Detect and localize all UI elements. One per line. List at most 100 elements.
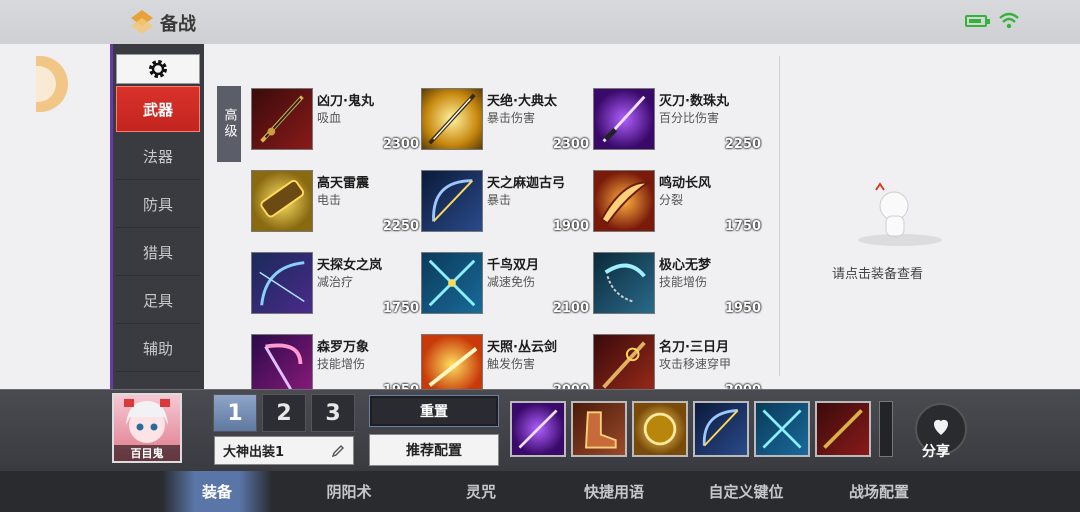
item-effect: 减治疗 bbox=[317, 275, 354, 289]
tab-spells[interactable]: 灵咒 bbox=[426, 471, 536, 512]
tab-battle-config[interactable]: 战场配置 bbox=[824, 471, 934, 512]
twin-blades-icon bbox=[762, 409, 802, 449]
fire-blade-icon bbox=[593, 170, 655, 232]
category-support[interactable]: 辅助 bbox=[116, 326, 200, 372]
loadout-slot-3[interactable]: 3 bbox=[311, 394, 355, 432]
detail-divider bbox=[779, 56, 780, 376]
equipped-slot-1[interactable] bbox=[510, 401, 566, 457]
mascot-icon bbox=[858, 182, 942, 246]
advanced-tab[interactable]: 高级 bbox=[217, 86, 241, 162]
equipped-slot-3[interactable] bbox=[632, 401, 688, 457]
purple-katana-icon bbox=[593, 88, 655, 150]
gold-katana-icon bbox=[421, 88, 483, 150]
wind-bow-icon bbox=[251, 252, 313, 314]
item-effect: 吸血 bbox=[317, 111, 342, 125]
item-effect: 暴击伤害 bbox=[487, 111, 536, 125]
equipped-slot-4[interactable] bbox=[693, 401, 749, 457]
item-name: 极心无梦 bbox=[659, 258, 712, 273]
item-effect: 百分比伤害 bbox=[659, 111, 720, 125]
crescent-katana-icon bbox=[593, 334, 655, 396]
item-name: 鸣动长风 bbox=[659, 176, 712, 191]
equipped-slot-empty[interactable] bbox=[879, 401, 893, 457]
sun-sword-icon bbox=[421, 334, 483, 396]
item-price: 2100 bbox=[552, 301, 589, 316]
item-effect: 暴击 bbox=[487, 193, 512, 207]
item-card[interactable]: 2250 高天雷震 电击 bbox=[251, 170, 421, 234]
item-price: 1950 bbox=[724, 301, 761, 316]
gold-shield-icon bbox=[643, 412, 677, 446]
item-price: 1750 bbox=[382, 301, 419, 316]
item-effect: 技能增伤 bbox=[659, 275, 708, 289]
item-name: 凶刀·鬼丸 bbox=[317, 94, 374, 109]
item-name: 灭刀·数珠丸 bbox=[659, 94, 729, 109]
dark-katana-icon bbox=[251, 88, 313, 150]
item-name: 森罗万象 bbox=[317, 340, 370, 355]
purple-katana-icon bbox=[518, 409, 558, 449]
item-price: 2250 bbox=[724, 137, 761, 152]
category-armor[interactable]: 防具 bbox=[116, 182, 200, 228]
bow-icon bbox=[702, 409, 739, 447]
item-name: 名刀·三日月 bbox=[659, 340, 729, 355]
tab-onmyoji-skills[interactable]: 阴阳术 bbox=[294, 471, 404, 512]
item-card[interactable]: 1750 鸣动长风 分裂 bbox=[593, 170, 763, 234]
item-effect: 攻击移速穿甲 bbox=[659, 357, 732, 371]
item-name: 千鸟双月 bbox=[487, 258, 540, 273]
bow-icon bbox=[421, 170, 483, 232]
loadout-slot-2[interactable]: 2 bbox=[262, 394, 306, 432]
loadout-name: 大神出装1 bbox=[223, 445, 285, 460]
item-price: 1900 bbox=[552, 219, 589, 234]
item-card[interactable]: 2300 天绝·大典太 暴击伤害 bbox=[421, 88, 591, 152]
dark-katana-icon bbox=[823, 409, 863, 449]
item-name: 天之麻迦古弓 bbox=[487, 176, 566, 191]
equipped-slot-2[interactable] bbox=[571, 401, 627, 457]
tab-custom-keys[interactable]: 自定义键位 bbox=[691, 471, 801, 512]
item-name: 天绝·大典太 bbox=[487, 94, 557, 109]
item-effect: 触发伤害 bbox=[487, 357, 536, 371]
item-name: 天照·丛云剑 bbox=[487, 340, 557, 355]
thunder-cannon-icon bbox=[251, 170, 313, 232]
item-card[interactable]: 2300 凶刀·鬼丸 吸血 bbox=[251, 88, 421, 152]
category-weapon[interactable]: 武器 bbox=[116, 86, 200, 132]
share-label: 分享 bbox=[922, 444, 950, 460]
battle-prep-icon bbox=[131, 10, 153, 34]
pencil-icon[interactable] bbox=[331, 444, 345, 458]
twin-blades-icon bbox=[421, 252, 483, 314]
reset-button[interactable]: 重置 bbox=[369, 395, 499, 427]
loadout-slot-1[interactable]: 1 bbox=[213, 394, 257, 432]
item-card[interactable]: 1750 天探女之岚 减治疗 bbox=[251, 252, 421, 316]
item-name: 天探女之岚 bbox=[317, 258, 383, 273]
boots-icon bbox=[585, 411, 617, 449]
hero-avatar[interactable]: 百目鬼 bbox=[112, 393, 182, 463]
battery-icon bbox=[965, 15, 990, 27]
item-effect: 电击 bbox=[317, 193, 342, 207]
page-title: 备战 bbox=[160, 14, 196, 35]
settings-button[interactable] bbox=[116, 54, 200, 84]
detail-hint: 请点击装备查看 bbox=[832, 267, 924, 282]
category-magic-tool[interactable]: 法器 bbox=[116, 134, 200, 180]
item-name: 高天雷震 bbox=[317, 176, 370, 191]
item-effect: 分裂 bbox=[659, 193, 684, 207]
item-card[interactable]: 1900 天之麻迦古弓 暴击 bbox=[421, 170, 591, 234]
item-card[interactable]: 1950 极心无梦 技能增伤 bbox=[593, 252, 763, 316]
item-effect: 减速免伤 bbox=[487, 275, 536, 289]
item-card[interactable]: 2250 灭刀·数珠丸 百分比伤害 bbox=[593, 88, 763, 152]
item-effect: 技能增伤 bbox=[317, 357, 366, 371]
tab-quick-phrases[interactable]: 快捷用语 bbox=[559, 471, 669, 512]
category-hunting[interactable]: 猎具 bbox=[116, 230, 200, 276]
chain-sickle-icon bbox=[593, 252, 655, 314]
item-price: 2250 bbox=[382, 219, 419, 234]
item-price: 2300 bbox=[382, 137, 419, 152]
hero-name: 百目鬼 bbox=[114, 445, 180, 461]
category-boots[interactable]: 足具 bbox=[116, 278, 200, 324]
item-price: 2300 bbox=[552, 137, 589, 152]
equipped-slot-6[interactable] bbox=[815, 401, 871, 457]
tab-equipment[interactable]: 装备 bbox=[162, 471, 272, 512]
gear-icon bbox=[149, 60, 167, 78]
equipped-slot-5[interactable] bbox=[754, 401, 810, 457]
wifi-icon bbox=[999, 12, 1019, 29]
recommend-config-button[interactable]: 推荐配置 bbox=[369, 434, 499, 466]
item-card[interactable]: 2100 千鸟双月 减速免伤 bbox=[421, 252, 591, 316]
scythe-icon bbox=[251, 334, 313, 396]
loadout-name-field[interactable]: 大神出装1 bbox=[214, 436, 354, 465]
item-price: 1750 bbox=[724, 219, 761, 234]
